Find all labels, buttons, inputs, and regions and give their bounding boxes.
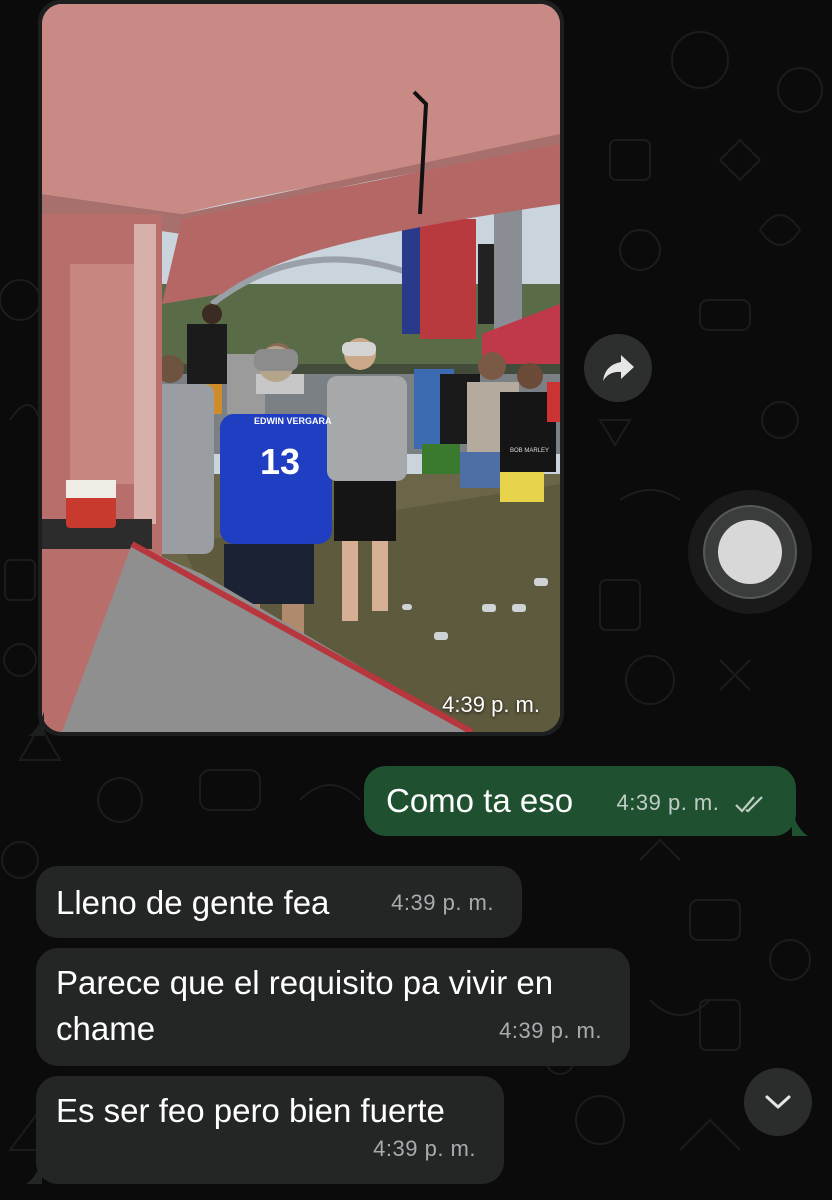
festival-photo[interactable]: EDWIN VERGARA 13 BOB MARLEY 4:39 p. m. [42,4,560,732]
scroll-to-bottom-button[interactable] [744,1068,812,1136]
shirt-print-text: BOB MARLEY [510,448,549,454]
double-check-icon [735,796,763,813]
message-text: Es ser feo pero bien fuerte [56,1092,445,1129]
jersey-brand-text: EDWIN VERGARA [254,416,332,426]
video-record-icon [718,520,782,584]
message-time: 4:39 p. m. [499,1018,602,1043]
incoming-message[interactable]: Parece que el requisito pa vivir en cham… [36,948,630,1066]
outgoing-message[interactable]: Como ta eso 4:39 p. m. [364,766,796,836]
message-time: 4:39 p. m. [391,890,494,915]
image-message-bubble[interactable]: EDWIN VERGARA 13 BOB MARLEY 4:39 p. m. [38,0,564,736]
message-time: 4:39 p. m. [373,1136,476,1161]
chevron-down-icon [765,1095,791,1109]
message-time: 4:39 p. m. [616,790,720,815]
video-record-button[interactable] [688,490,812,614]
record-ring [703,505,797,599]
forward-button[interactable] [584,334,652,402]
incoming-message[interactable]: Lleno de gente fea 4:39 p. m. [36,866,522,938]
message-text: Como ta eso [386,782,574,819]
bubble-tail-icon [26,1160,42,1184]
message-text: Parece que el requisito pa vivir en cham… [56,964,554,1047]
bubble-tail-icon [28,712,44,736]
jersey-number-text: 13 [260,441,300,482]
incoming-message[interactable]: Es ser feo pero bien fuerte 4:39 p. m. [36,1076,504,1184]
message-text: Lleno de gente fea [56,884,330,921]
bubble-tail-icon [792,812,808,836]
image-timestamp: 4:39 p. m. [442,692,540,717]
forward-arrow-icon [603,355,634,381]
